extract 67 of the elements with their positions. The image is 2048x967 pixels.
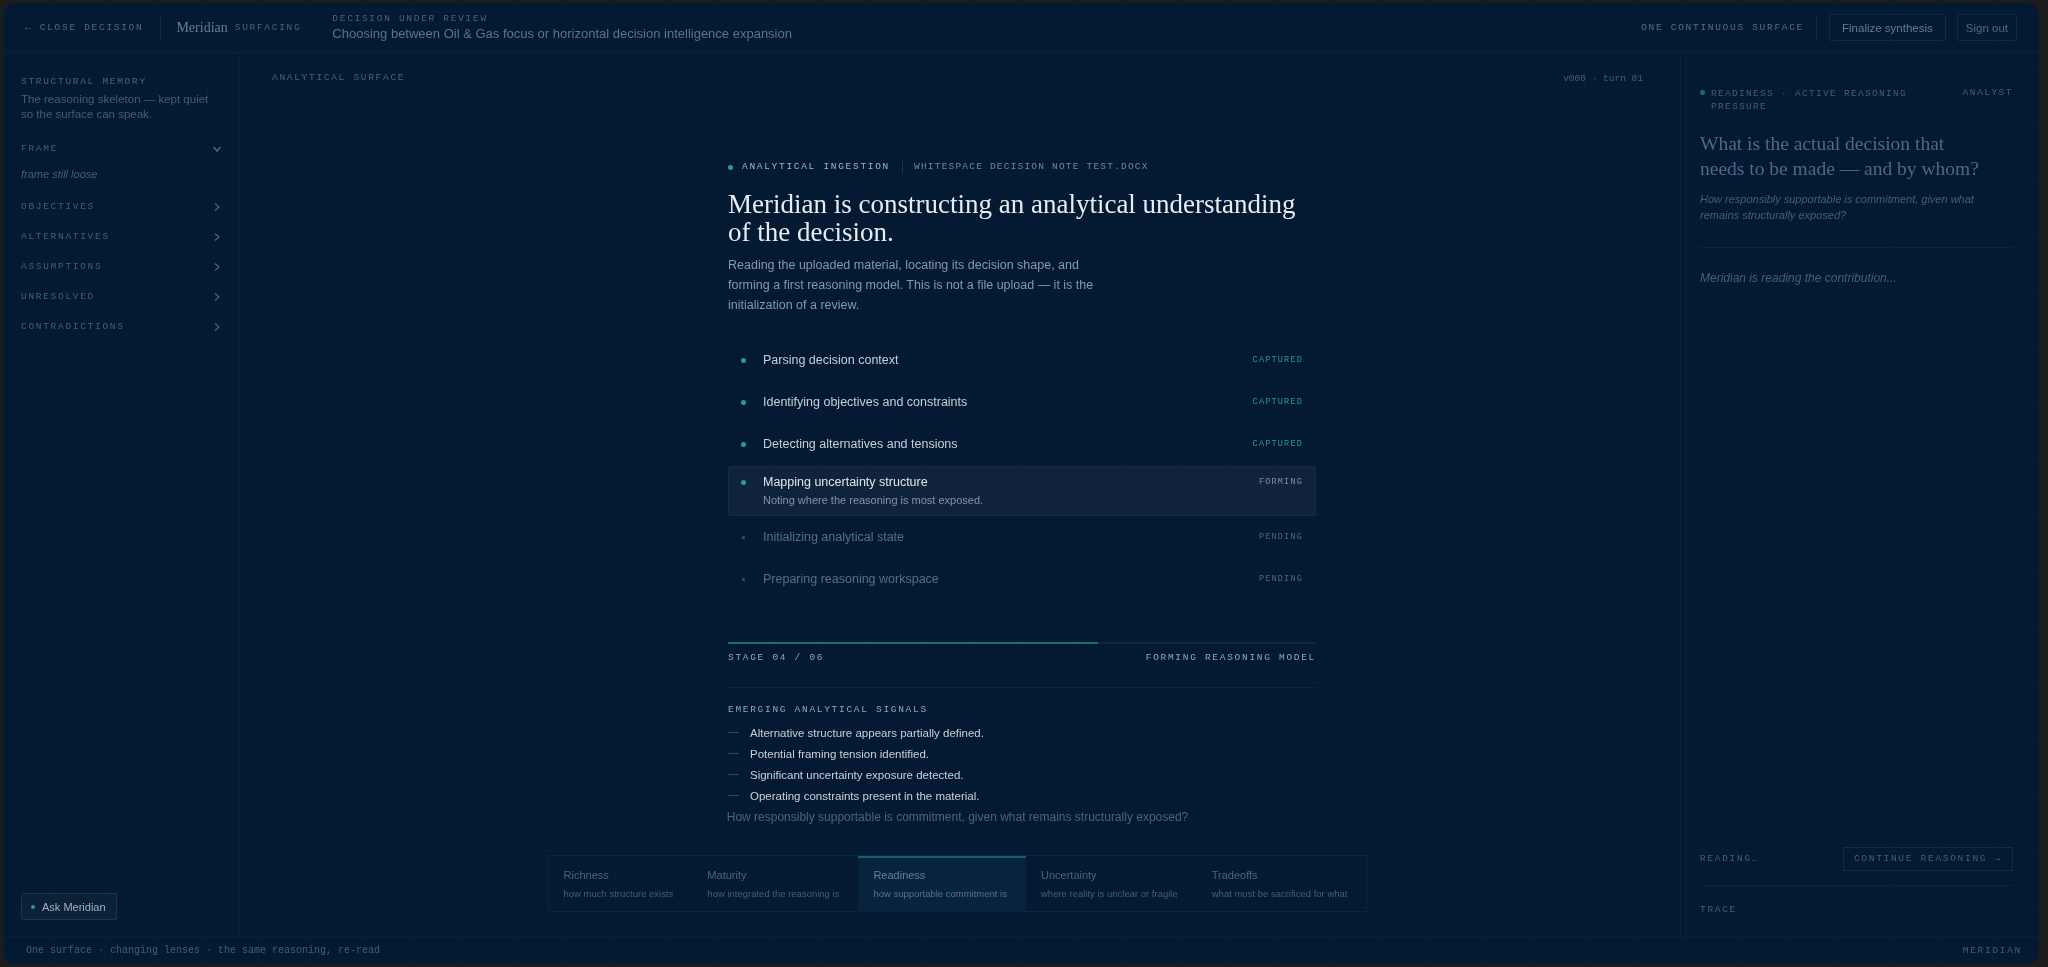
lens-question: How responsibly supportable is commitment, given what remains structurally exposed?: [726, 809, 1189, 825]
section-note: frame still loose: [21, 167, 98, 182]
sidebar-section[interactable]: ASSUMPTIONS: [21, 252, 221, 282]
step-label: Initializing analytical state: [763, 530, 905, 545]
decision-label: DECISION UNDER REVIEW: [332, 13, 488, 24]
continue-reasoning-button[interactable]: CONTINUE REASONING →: [1842, 847, 2013, 871]
role-label: ANALYST: [1962, 87, 2013, 99]
ingestion-eyebrow: ANALYTICAL INGESTION: [742, 161, 891, 173]
step-status: CAPTURED: [1252, 396, 1303, 409]
close-decision-link[interactable]: ← CLOSE DECISION: [25, 21, 144, 34]
decision-title: Choosing between Oil & Gas focus or horizontal decision intelligence expansion: [332, 25, 792, 42]
lens-tab[interactable]: Maturity how integrated the reasoning is: [692, 856, 859, 911]
stage-label: FORMING REASONING MODEL: [1145, 652, 1316, 664]
step-status: FORMING: [1258, 476, 1303, 489]
finalize-synthesis-button[interactable]: Finalize synthesis: [1829, 14, 1946, 41]
signal-text: Potential framing tension identified.: [750, 746, 929, 761]
signal-text: Operating constraints present in the material.: [750, 788, 980, 803]
step-status: PENDING: [1258, 531, 1303, 544]
step-label: Mapping uncertainty structure: [763, 475, 928, 490]
step-label: Identifying objectives and constraints: [763, 395, 968, 410]
step-label: Preparing reasoning workspace: [763, 572, 939, 587]
footer-tagline: One surface · changing lenses · the same reasoning, re-read: [26, 945, 381, 956]
ask-meridian-button[interactable]: Ask Meridian: [21, 893, 117, 920]
signals-title: EMERGING ANALYTICAL SIGNALS: [728, 704, 928, 716]
reading-status: Meridian is reading the contribution...: [1700, 270, 1898, 286]
sidebar-section[interactable]: CONTRADICTIONS: [21, 312, 221, 342]
reading-label: READING…: [1700, 853, 1760, 865]
dot-icon: [31, 904, 35, 909]
dot-icon: [728, 164, 733, 170]
sidebar-section[interactable]: ALTERNATIVES: [21, 222, 221, 252]
version-label: v000 · turn 01: [1563, 72, 1643, 84]
step-status: CAPTURED: [1252, 438, 1303, 451]
sidebar-title: STRUCTURAL MEMORY: [21, 76, 147, 88]
sign-out-button[interactable]: Sign out: [1956, 14, 2017, 41]
trace-label: TRACE: [1700, 904, 1737, 915]
dash-icon: [728, 753, 739, 754]
dot-icon: [1700, 90, 1705, 95]
step-detail: Noting where the reasoning is most exposed.: [763, 493, 984, 507]
file-name: WHITESPACE DECISION NOTE TEST.DOCX: [914, 161, 1149, 173]
surface-label: ONE CONTINUOUS SURFACE: [1641, 21, 1805, 34]
ingestion-description: Reading the uploaded material, locating its decision shape, and forming a first reasoning model. This is not a file upload — it is the initialization of a review.: [728, 257, 1095, 314]
sidebar-subtitle: The reasoning skeleton — kept quiet so the surface can speak.: [21, 92, 210, 122]
signal-text: Significant uncertainty exposure detected.: [750, 767, 964, 782]
sidebar-section[interactable]: UNRESOLVED: [21, 282, 221, 312]
sidebar-section[interactable]: OBJECTIVES: [21, 192, 221, 222]
brand-mode-label: SURFACING: [234, 21, 302, 34]
stage-counter: STAGE 04 / 06: [728, 652, 825, 664]
ingestion-title: Meridian is constructing an analytical understanding of the decision.: [728, 190, 1297, 246]
step-status: PENDING: [1258, 573, 1303, 586]
signal-text: Alternative structure appears partially defined.: [750, 725, 984, 740]
footer-brand: MERIDIAN: [1962, 944, 2022, 957]
decision-question: What is the actual decision that needs to be made — and by whom?: [1700, 132, 1980, 181]
sidebar-section[interactable]: FRAME: [21, 134, 221, 164]
step-label: Detecting alternatives and tensions: [763, 437, 958, 452]
dash-icon: [728, 795, 739, 796]
lens-tab[interactable]: Richness how much structure exists: [548, 856, 693, 911]
lens-tab[interactable]: Tradeoffs what must be sacrificed for what: [1196, 856, 1367, 911]
lens-tab[interactable]: Readiness how supportable commitment is: [858, 856, 1026, 911]
brand-name: Meridian: [176, 19, 228, 36]
lens-prompt: How responsibly supportable is commitment, given what remains structurally exposed?: [1700, 192, 1975, 223]
lens-tab[interactable]: Uncertainty where reality is unclear or fragile: [1026, 856, 1197, 911]
dash-icon: [728, 774, 739, 775]
lens-tag: READINESS · ACTIVE REASONING PRESSURE: [1711, 87, 1911, 113]
step-status: CAPTURED: [1252, 354, 1303, 367]
surface-title: ANALYTICAL SURFACE: [272, 72, 406, 84]
dash-icon: [728, 732, 739, 733]
step-label: Parsing decision context: [763, 353, 899, 368]
